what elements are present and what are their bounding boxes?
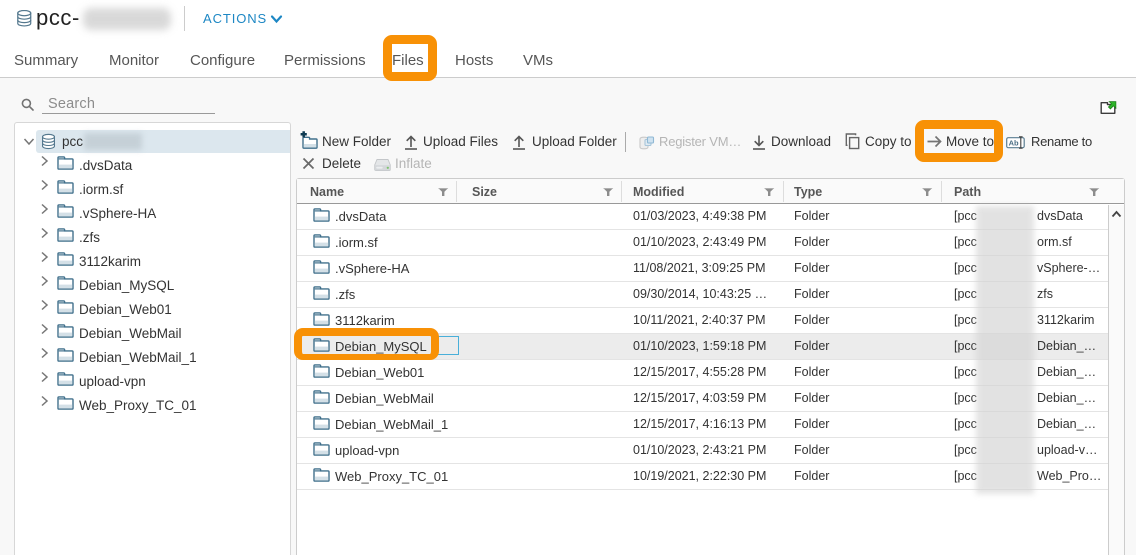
svg-text:Ab: Ab [1009, 139, 1019, 148]
